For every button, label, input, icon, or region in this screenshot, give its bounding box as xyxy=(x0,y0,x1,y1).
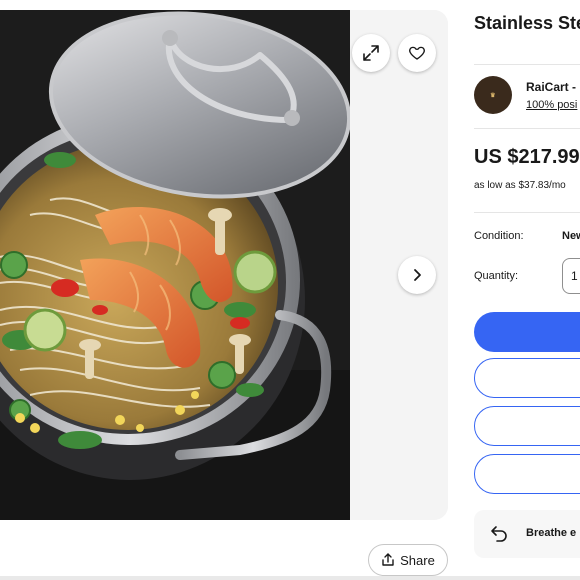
bottom-scrollbar[interactable] xyxy=(0,576,580,580)
return-icon xyxy=(491,526,507,542)
divider xyxy=(474,64,580,65)
divider xyxy=(474,212,580,213)
product-photo-illustration xyxy=(0,10,350,520)
condition-label: Condition: xyxy=(474,230,524,242)
buy-it-now-button[interactable] xyxy=(474,312,580,352)
returns-text: Breathe e xyxy=(526,527,577,539)
seller-logo-mark: ♛ xyxy=(490,92,496,99)
share-icon xyxy=(382,553,394,566)
seller-name[interactable]: RaiCart - xyxy=(526,80,576,94)
quantity-label: Quantity: xyxy=(474,270,519,282)
add-to-watchlist-secondary-button[interactable] xyxy=(474,454,580,494)
item-details-panel: Stainless Ste Lid ♛ RaiCart - 100% posi … xyxy=(474,0,580,580)
add-to-watchlist-button[interactable] xyxy=(398,34,436,72)
make-offer-button[interactable] xyxy=(474,406,580,446)
returns-card[interactable]: Breathe e xyxy=(474,510,580,558)
add-to-cart-button[interactable] xyxy=(474,358,580,398)
image-gallery xyxy=(0,10,448,520)
heart-icon xyxy=(409,46,425,60)
share-button[interactable]: Share xyxy=(368,544,448,576)
seller-feedback-link[interactable]: 100% posi xyxy=(526,99,577,111)
item-price: US $217.99 xyxy=(474,146,580,168)
expand-icon xyxy=(363,45,379,61)
condition-value: New xyxy=(562,230,580,242)
share-label: Share xyxy=(400,552,435,568)
chevron-right-icon xyxy=(414,269,421,281)
seller-avatar[interactable]: ♛ xyxy=(474,76,512,114)
monthly-payment: as low as $37.83/mo xyxy=(474,180,566,191)
product-title: Stainless Ste Lid xyxy=(474,13,580,33)
expand-image-button[interactable] xyxy=(352,34,390,72)
product-photo[interactable] xyxy=(0,10,350,520)
quantity-input[interactable]: 1 xyxy=(562,258,580,294)
divider xyxy=(474,128,580,129)
next-image-button[interactable] xyxy=(398,256,436,294)
